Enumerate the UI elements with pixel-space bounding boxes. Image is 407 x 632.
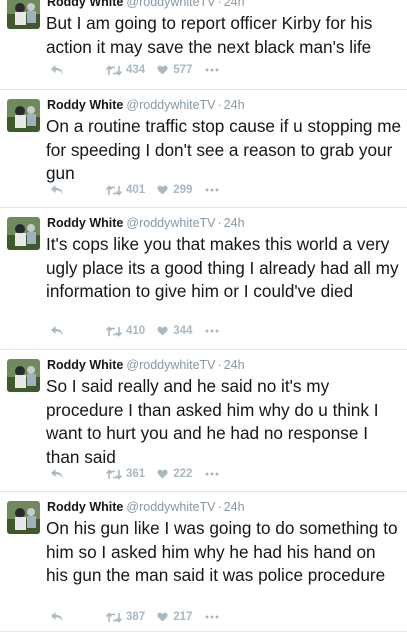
separator-dot: · [217,0,222,9]
retweet-icon[interactable] [106,184,122,196]
reply-icon[interactable] [50,325,64,337]
reply-icon[interactable] [50,64,64,76]
author-handle[interactable]: @roddywhiteTV [126,358,215,372]
tweet-time[interactable]: 24h [224,98,245,112]
retweet-count: 361 [126,468,146,480]
tweet-time[interactable]: 24h [224,216,245,230]
like-count: 577 [173,64,193,76]
tweet-text: So I said really and he said no it's my … [46,376,379,467]
tweet-text: On his gun like I was going to do someth… [46,518,398,585]
tweet[interactable]: Roddy White @roddywhiteTV · 24h On a routin… [0,90,407,208]
tweet-meta: Roddy White @roddywhiteTV · 24h [47,357,245,373]
tweet-actions: 361 222 [47,466,219,482]
reply-icon[interactable] [50,468,64,480]
tweet-time[interactable]: 24h [224,0,245,9]
retweet-icon[interactable] [106,64,122,76]
reply-icon[interactable] [50,184,64,196]
author-name[interactable]: Roddy White [47,216,123,230]
reply-icon[interactable] [50,611,64,623]
tweet-feed: Roddy White @roddywhiteTV · 24h But I am go… [0,0,407,632]
retweet-count: 387 [126,611,146,623]
heart-icon[interactable] [157,185,168,195]
heart-icon[interactable] [157,469,168,479]
like-count: 222 [173,468,193,480]
separator-dot: · [217,358,222,372]
author-handle[interactable]: @roddywhiteTV [126,216,215,230]
retweet-count: 410 [126,325,146,337]
tweet-actions: 387 217 [47,609,219,625]
tweet[interactable]: Roddy White @roddywhiteTV · 24h So I said r… [0,350,407,492]
retweet-icon[interactable] [106,468,122,480]
separator-dot: · [217,98,222,112]
tweet-text: But I am going to report officer Kirby f… [46,13,373,57]
tweet[interactable]: Roddy White @roddywhiteTV · 24h But I am go… [0,0,407,90]
author-name[interactable]: Roddy White [47,98,123,112]
tweet-time[interactable]: 24h [224,500,245,514]
separator-dot: · [217,216,222,230]
tweet-actions: 434 577 [47,62,219,78]
author-name[interactable]: Roddy White [47,500,123,514]
more-icon[interactable] [205,615,219,619]
heart-icon[interactable] [157,326,168,336]
tweet-text: It's cops like you that makes this world… [46,234,399,301]
more-icon[interactable] [205,472,219,476]
like-count: 344 [173,325,193,337]
more-icon[interactable] [205,188,219,192]
avatar[interactable] [7,99,40,132]
tweet-actions: 401 299 [47,182,219,198]
retweet-count: 434 [126,64,146,76]
more-icon[interactable] [205,329,219,333]
avatar[interactable] [7,0,40,29]
retweet-icon[interactable] [106,325,122,337]
avatar[interactable] [7,501,40,534]
tweet-meta: Roddy White @roddywhiteTV · 24h [47,0,245,10]
author-name[interactable]: Roddy White [47,358,123,372]
more-icon[interactable] [205,68,219,72]
author-handle[interactable]: @roddywhiteTV [126,500,215,514]
retweet-count: 401 [126,184,146,196]
like-count: 299 [173,184,193,196]
author-handle[interactable]: @roddywhiteTV [126,0,215,9]
heart-icon[interactable] [157,65,168,75]
tweet-text: On a routine traffic stop cause if u sto… [46,116,402,183]
tweet-meta: Roddy White @roddywhiteTV · 24h [47,215,245,231]
avatar[interactable] [7,359,40,392]
tweet-actions: 410 344 [47,323,219,339]
tweet-time[interactable]: 24h [224,358,245,372]
author-handle[interactable]: @roddywhiteTV [126,98,215,112]
separator-dot: · [217,500,222,514]
like-count: 217 [173,611,193,623]
heart-icon[interactable] [157,612,168,622]
tweet[interactable]: Roddy White @roddywhiteTV · 24h It's cops l… [0,208,407,350]
tweet[interactable]: Roddy White @roddywhiteTV · 24h On his gun … [0,492,407,632]
tweet-meta: Roddy White @roddywhiteTV · 24h [47,499,245,515]
tweet-meta: Roddy White @roddywhiteTV · 24h [47,97,245,113]
avatar[interactable] [7,217,40,250]
author-name[interactable]: Roddy White [47,0,123,9]
retweet-icon[interactable] [106,611,122,623]
